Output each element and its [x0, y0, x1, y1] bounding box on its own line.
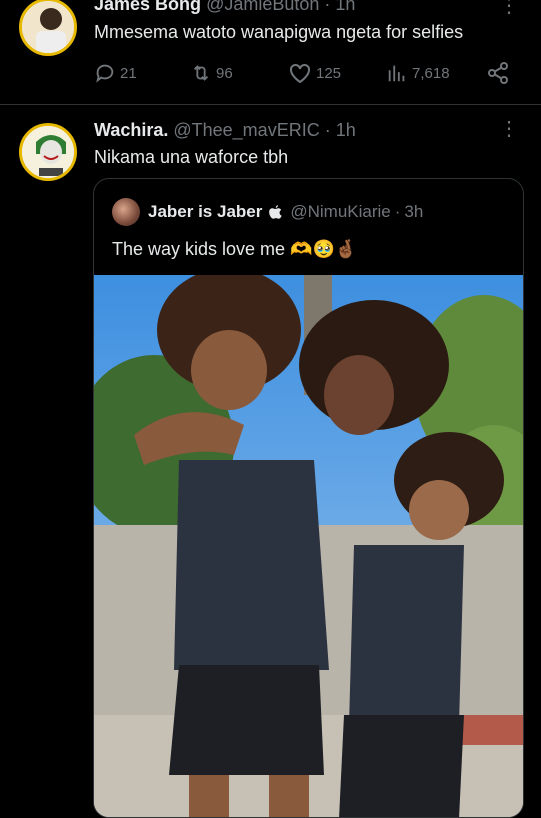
avatar-image [22, 126, 74, 178]
tweet-text: Mmesema watoto wanapigwa ngeta for selfi… [94, 22, 464, 42]
separator-dot: · [394, 202, 401, 221]
retweet-button[interactable]: 96 [190, 60, 233, 86]
author-handle[interactable]: @JamieButon [206, 0, 319, 14]
views-icon [388, 65, 405, 82]
views-button[interactable]: 7,618 [386, 60, 450, 86]
tweet-header: Wachira. @Thee_mavERIC · 1h [94, 120, 356, 141]
more-icon[interactable]: ⋮ [499, 0, 519, 16]
quoted-timestamp[interactable]: 3h [404, 202, 423, 222]
quoted-author-handle[interactable]: @NimuKiarie [290, 202, 390, 222]
more-icon[interactable]: ⋮ [499, 119, 519, 139]
apple-icon [269, 205, 283, 219]
tweet-actions: 21 96 125 7,618 [94, 60, 509, 86]
tweet-header: James Bong @JamieButon · 1h [94, 0, 355, 15]
share-icon [488, 62, 508, 84]
timestamp[interactable]: 1h [336, 120, 356, 140]
tweet-photo[interactable] [94, 275, 523, 818]
like-count: 125 [316, 64, 342, 82]
share-button[interactable] [486, 60, 510, 86]
quoted-avatar[interactable] [112, 198, 140, 226]
quoted-tweet[interactable]: Jaber is Jaber @NimuKiarie · 3h The way … [93, 178, 524, 818]
author-handle[interactable]: @Thee_mavERIC [173, 120, 319, 140]
author-name[interactable]: James Bong [94, 0, 201, 14]
quoted-author-name[interactable]: Jaber is Jaber [148, 202, 262, 222]
separator-dot: · [324, 120, 331, 140]
avatar[interactable] [19, 0, 77, 56]
view-count: 7,618 [412, 64, 450, 82]
avatar[interactable] [19, 123, 77, 181]
like-button[interactable]: 125 [288, 60, 341, 86]
avatar-image [22, 1, 74, 53]
like-icon [290, 63, 310, 84]
quoted-tweet-text-row: The way kids love me 🫶🥹🤞🏾 [112, 239, 357, 260]
separator-dot: · [324, 0, 331, 14]
tweet-text: Nikama una waforce tbh [94, 147, 289, 167]
quoted-tweet-emojis: 🫶🥹🤞🏾 [290, 239, 358, 259]
tweet[interactable]: Wachira. @Thee_mavERIC · 1h ⋮ Nikama una… [0, 105, 541, 818]
tweet[interactable]: James Bong @JamieButon · 1h ⋮ Mmesema wa… [0, 0, 541, 105]
reply-icon [96, 64, 114, 83]
reply-count: 21 [120, 64, 137, 82]
author-name[interactable]: Wachira. [94, 120, 168, 140]
quoted-tweet-text: The way kids love me [112, 239, 286, 259]
reply-button[interactable]: 21 [94, 60, 137, 86]
retweet-icon [193, 65, 209, 81]
timestamp[interactable]: 1h [335, 0, 355, 14]
quoted-tweet-header: Jaber is Jaber @NimuKiarie · 3h [112, 197, 423, 227]
retweet-count: 96 [216, 64, 233, 82]
